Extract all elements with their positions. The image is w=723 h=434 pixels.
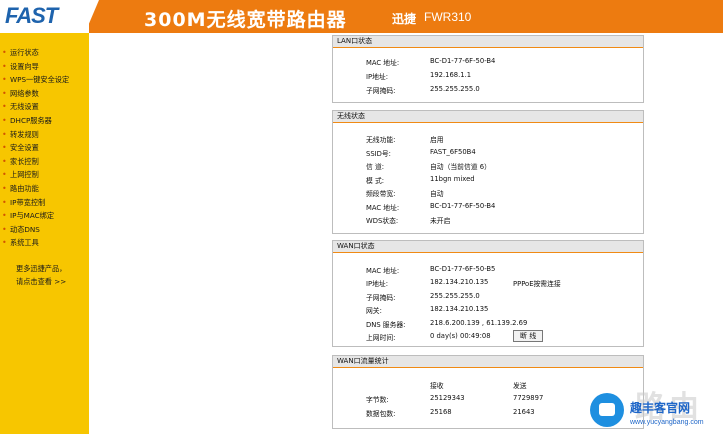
lan-ip-value: 192.168.1.1 [430,71,472,79]
sidebar-item-ipmac[interactable]: • IP与MAC绑定 [0,209,89,223]
sidebar-menu: • 运行状态 • 设置向导 • WPS一键安全设定 • 网络参数 • 无线设置 • DHCP… [0,33,89,250]
bullet-icon: • [2,211,7,221]
panel-title: LAN口状态 [333,36,643,48]
top-banner: FAST 300M无线宽带路由器 迅捷 FWR310 [0,0,723,33]
bullet-icon: • [2,88,7,98]
watermark-url: www.yucyangbang.com [630,419,704,426]
ssid-value: FAST_6F50B4 [430,148,476,156]
sidebar-item-routing[interactable]: • 路由功能 [0,182,89,196]
gateway-value: 182.134.210.135 [430,305,489,313]
sidebar-item-access[interactable]: • 上网控制 [0,168,89,182]
wan-mask-label: 子网掩码: [366,294,396,302]
watermark-logo-icon [590,393,624,427]
wan-mac-label: MAC 地址: [366,267,400,275]
brand-name: 迅捷 [392,12,417,26]
product-title: 300M无线宽带路由器 [144,9,347,31]
logo-divider [85,0,99,33]
disconnect-button[interactable]: 断 线 [513,330,544,342]
bullet-icon: • [2,224,7,234]
mode-value: 11bgn mixed [430,175,475,183]
bullet-icon: • [2,238,7,248]
wds-label: WDS状态: [366,217,399,225]
bullet-icon: • [2,156,7,166]
panel-title: WAN口状态 [333,241,643,253]
panel-title: 无线状态 [333,111,643,123]
lan-ip-label: IP地址: [366,73,388,81]
bullet-icon: • [2,143,7,153]
sidebar-item-system[interactable]: • 系统工具 [0,236,89,250]
ssid-label: SSID号: [366,150,391,158]
bullet-icon: • [2,102,7,112]
dns-label: DNS 服务器: [366,321,406,329]
sidebar-item-forwarding[interactable]: • 转发规则 [0,128,89,142]
sidebar-item-dhcp[interactable]: • DHCP服务器 [0,114,89,128]
wireless-mac-value: BC-D1-77-6F-50-B4 [430,202,496,210]
wan-ip-label: IP地址: [366,280,388,288]
channel-value: 自动（当前信道 6） [430,163,491,171]
wan-status-panel: WAN口状态 MAC 地址: BC-D1-77-6F-50-B5 IP地址: 1… [332,240,644,347]
uptime-label: 上网时间: [366,334,396,342]
sidebar-item-network[interactable]: • 网络参数 [0,87,89,101]
logo-area: FAST [0,0,89,33]
wireless-func-value: 启用 [430,136,444,144]
mode-label: 模 式: [366,177,385,185]
sidebar-item-wizard[interactable]: • 设置向导 [0,60,89,74]
wan-mask-value: 255.255.255.0 [430,292,480,300]
bullet-icon: • [2,48,7,57]
bullet-icon: • [2,183,7,193]
fast-logo: FAST [5,3,58,28]
lan-mac-value: BC-D1-77-6F-50-B4 [430,57,496,65]
sidebar-item-status[interactable]: • 运行状态 [0,46,89,60]
packets-received: 25168 [430,408,452,416]
bandwidth-label: 频段带宽: [366,190,396,198]
received-header: 接收 [430,382,444,390]
connection-type: PPPoE按需连接 [513,280,561,288]
gateway-label: 网关: [366,307,382,315]
bandwidth-value: 自动 [430,190,444,198]
bullet-icon: • [2,61,7,71]
wireless-status-panel: 无线状态 无线功能: 启用 SSID号: FAST_6F50B4 信 道: 自动… [332,110,644,234]
wan-mac-value: BC-D1-77-6F-50-B5 [430,265,496,273]
watermark-brand: 趣丰客官网 [630,401,691,415]
wireless-func-label: 无线功能: [366,136,396,144]
lan-status-panel: LAN口状态 MAC 地址: BC-D1-77-6F-50-B4 IP地址: 1… [332,35,644,103]
bullet-icon: • [2,170,7,180]
sidebar-item-security[interactable]: • 安全设置 [0,141,89,155]
dns-value: 218.6.200.139 , 61.139.2.69 [430,319,528,327]
bullet-icon: • [2,115,7,125]
model-name: FWR310 [424,10,472,24]
sidebar-item-ddns[interactable]: • 动态DNS [0,223,89,237]
more-products-link[interactable]: 更多迅捷产品， 请点击查看 >> [16,262,66,288]
wds-value: 未开启 [430,217,451,225]
bullet-icon: • [2,129,7,139]
lan-mac-label: MAC 地址: [366,59,400,67]
wireless-mac-label: MAC 地址: [366,204,400,212]
packets-label: 数据包数: [366,410,396,418]
sidebar-item-bandwidth[interactable]: • IP带宽控制 [0,196,89,210]
uptime-value: 0 day(s) 00:49:08 [430,332,491,340]
bytes-label: 字节数: [366,396,389,404]
sidebar-item-wireless[interactable]: • 无线设置 [0,100,89,114]
bullet-icon: • [2,75,7,85]
sidebar-item-parental[interactable]: • 家长控制 [0,155,89,169]
sidebar-item-wps[interactable]: • WPS一键安全设定 [0,73,89,87]
sidebar: • 运行状态 • 设置向导 • WPS一键安全设定 • 网络参数 • 无线设置 • DHCP… [0,33,89,434]
wan-ip-value: 182.134.210.135 [430,278,489,286]
bullet-icon: • [2,197,7,207]
lan-mask-value: 255.255.255.0 [430,85,480,93]
channel-label: 信 道: [366,163,385,171]
lan-mask-label: 子网掩码: [366,87,396,95]
